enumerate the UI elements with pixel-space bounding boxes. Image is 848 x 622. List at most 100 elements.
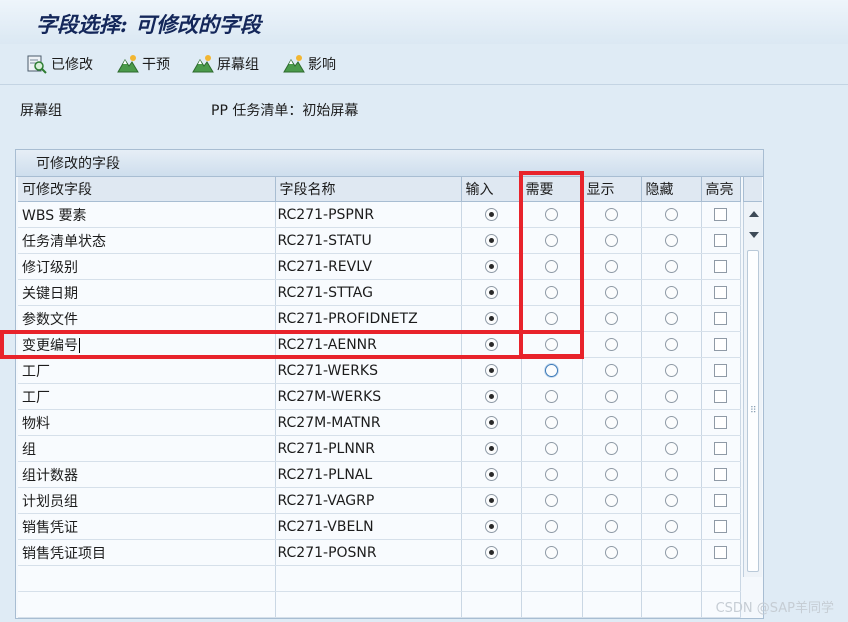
- required-radio[interactable]: [545, 260, 558, 273]
- input-radio[interactable]: [484, 494, 498, 507]
- highlight-checkbox[interactable]: [714, 338, 727, 351]
- column-header-hidden[interactable]: 隐藏: [641, 177, 702, 202]
- field-name-cell: RC271-VBELN: [275, 513, 462, 540]
- hidden-radio[interactable]: [664, 312, 678, 325]
- scroll-thumb[interactable]: ⠿: [747, 250, 759, 572]
- display-radio[interactable]: [605, 286, 618, 299]
- column-header-name[interactable]: 字段名称: [275, 177, 462, 202]
- required-radio[interactable]: [545, 234, 558, 247]
- input-radio[interactable]: [484, 208, 498, 221]
- hidden-radio[interactable]: [664, 234, 678, 247]
- table-row[interactable]: 销售凭证 RC271-VBELN: [18, 513, 741, 540]
- table-row[interactable]: 参数文件 RC271-PROFIDNETZ: [18, 305, 741, 332]
- hidden-radio[interactable]: [664, 468, 678, 481]
- hidden-radio[interactable]: [664, 286, 678, 299]
- table-row[interactable]: 任务清单状态 RC271-STATU: [18, 227, 741, 254]
- hidden-radio[interactable]: [664, 520, 678, 533]
- input-radio[interactable]: [484, 286, 498, 299]
- table-row[interactable]: 关键日期 RC271-STTAG: [18, 279, 741, 306]
- highlight-checkbox[interactable]: [714, 364, 727, 377]
- input-radio[interactable]: [484, 442, 498, 455]
- required-radio[interactable]: [545, 416, 558, 429]
- intervene-button[interactable]: 干预: [117, 52, 170, 76]
- table-row[interactable]: 计划员组 RC271-VAGRP: [18, 487, 741, 514]
- display-radio[interactable]: [605, 390, 618, 403]
- required-radio[interactable]: [545, 286, 558, 299]
- highlight-checkbox[interactable]: [714, 468, 727, 481]
- screen-group-button[interactable]: 屏幕组: [192, 52, 259, 76]
- table-row[interactable]: 工厂 RC271-WERKS: [18, 357, 741, 384]
- hidden-radio[interactable]: [664, 260, 678, 273]
- display-radio[interactable]: [605, 364, 618, 377]
- highlight-checkbox[interactable]: [714, 208, 727, 221]
- highlight-checkbox[interactable]: [714, 416, 727, 429]
- display-radio[interactable]: [605, 260, 618, 273]
- highlight-checkbox[interactable]: [714, 520, 727, 533]
- table-row[interactable]: 工厂 RC27M-WERKS: [18, 383, 741, 410]
- scroll-down-icon[interactable]: [749, 232, 759, 238]
- display-radio[interactable]: [605, 208, 618, 221]
- hidden-radio[interactable]: [664, 546, 678, 559]
- input-radio[interactable]: [484, 390, 498, 403]
- column-header-required[interactable]: 需要: [521, 177, 583, 202]
- required-radio[interactable]: [545, 338, 558, 351]
- column-header-highlight[interactable]: 高亮: [701, 177, 741, 202]
- column-header-field[interactable]: 可修改字段: [18, 177, 276, 202]
- highlight-checkbox[interactable]: [714, 286, 727, 299]
- input-radio[interactable]: [484, 520, 498, 533]
- display-radio[interactable]: [605, 520, 618, 533]
- table-row[interactable]: 销售凭证项目 RC271-POSNR: [18, 539, 741, 566]
- highlight-checkbox[interactable]: [714, 494, 727, 507]
- highlight-checkbox[interactable]: [714, 390, 727, 403]
- input-radio[interactable]: [484, 234, 498, 247]
- highlight-checkbox[interactable]: [714, 234, 727, 247]
- input-radio[interactable]: [484, 416, 498, 429]
- display-radio[interactable]: [605, 494, 618, 507]
- column-header-input[interactable]: 输入: [461, 177, 522, 202]
- required-radio[interactable]: [545, 442, 558, 455]
- table-row[interactable]: WBS 要素 RC271-PSPNR: [18, 201, 741, 228]
- display-radio[interactable]: [605, 312, 618, 325]
- display-radio[interactable]: [605, 468, 618, 481]
- input-radio[interactable]: [484, 364, 498, 377]
- highlight-checkbox[interactable]: [714, 260, 727, 273]
- highlight-checkbox[interactable]: [714, 312, 727, 325]
- column-header-display[interactable]: 显示: [582, 177, 642, 202]
- hidden-radio[interactable]: [664, 494, 678, 507]
- required-radio[interactable]: [545, 312, 558, 325]
- display-radio[interactable]: [605, 338, 618, 351]
- required-radio[interactable]: [545, 494, 558, 507]
- hidden-radio[interactable]: [664, 338, 678, 351]
- input-radio[interactable]: [484, 546, 498, 559]
- table-row[interactable]: 组计数器 RC271-PLNAL: [18, 461, 741, 488]
- hidden-radio[interactable]: [664, 416, 678, 429]
- hidden-radio[interactable]: [664, 364, 678, 377]
- required-radio[interactable]: [545, 546, 558, 559]
- display-radio[interactable]: [605, 234, 618, 247]
- required-radio[interactable]: [545, 364, 558, 377]
- input-radio[interactable]: [484, 312, 498, 325]
- input-radio[interactable]: [484, 468, 498, 481]
- table-row[interactable]: 物料 RC27M-MATNR: [18, 409, 741, 436]
- hidden-radio[interactable]: [664, 208, 678, 221]
- highlight-checkbox[interactable]: [714, 546, 727, 559]
- input-radio[interactable]: [484, 338, 498, 351]
- vertical-scrollbar[interactable]: ⠿: [743, 202, 762, 577]
- required-radio[interactable]: [545, 390, 558, 403]
- influence-button[interactable]: 影响: [283, 52, 336, 76]
- required-radio[interactable]: [545, 208, 558, 221]
- table-row[interactable]: 变更编号 RC271-AENNR: [18, 331, 741, 358]
- hidden-radio[interactable]: [664, 390, 678, 403]
- required-radio[interactable]: [545, 468, 558, 481]
- required-radio[interactable]: [545, 520, 558, 533]
- hidden-radio[interactable]: [664, 442, 678, 455]
- scroll-up-icon[interactable]: [749, 211, 759, 217]
- modified-button[interactable]: 已修改: [26, 52, 93, 76]
- input-radio[interactable]: [484, 260, 498, 273]
- table-row[interactable]: 修订级别 RC271-REVLV: [18, 253, 741, 280]
- highlight-checkbox[interactable]: [714, 442, 727, 455]
- display-radio[interactable]: [605, 442, 618, 455]
- table-row[interactable]: 组 RC271-PLNNR: [18, 435, 741, 462]
- display-radio[interactable]: [605, 416, 618, 429]
- display-radio[interactable]: [605, 546, 618, 559]
